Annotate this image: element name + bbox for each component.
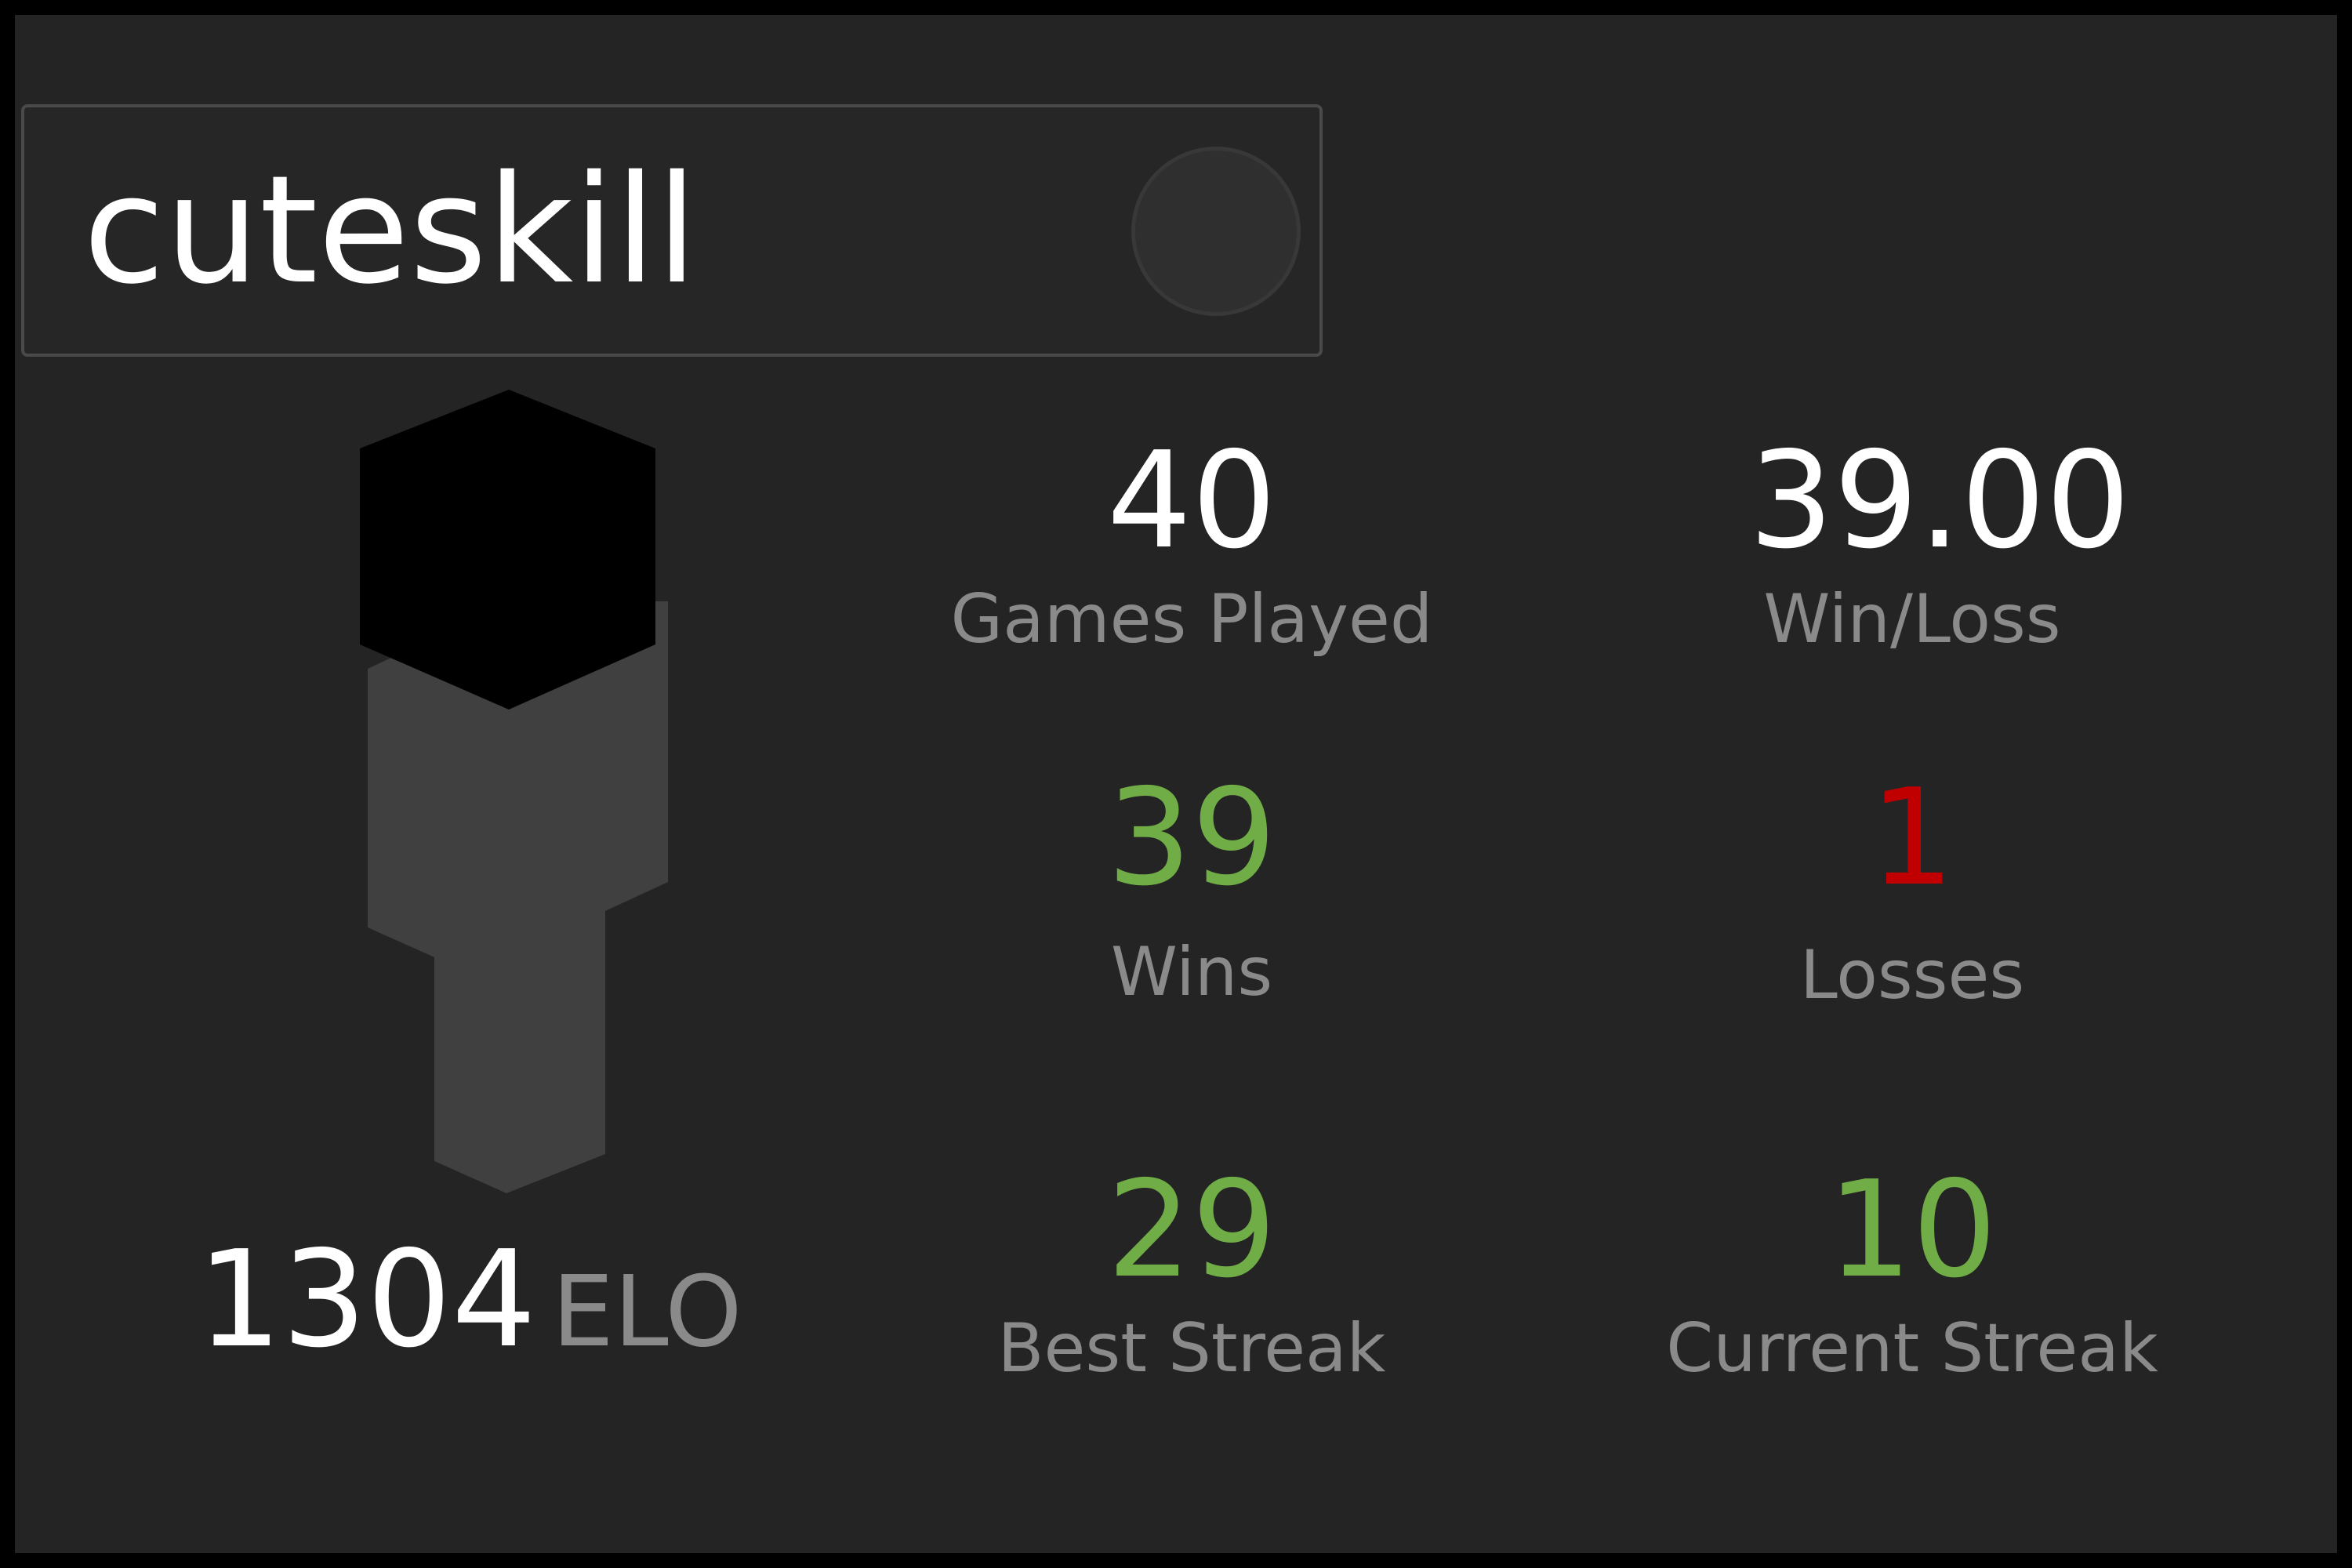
- best-streak-value: 29: [1106, 1152, 1277, 1308]
- avatar-head: [360, 390, 655, 710]
- wins-value: 39: [1106, 760, 1277, 916]
- best-streak-label: Best Streak: [997, 1309, 1386, 1388]
- stat-best-streak: 29 Best Streak: [878, 1156, 1505, 1388]
- stat-current-streak: 10 Current Streak: [1599, 1156, 2226, 1388]
- games-played-label: Games Played: [950, 580, 1433, 659]
- stat-losses: 1 Losses: [1599, 764, 2226, 1014]
- player-name-box: cuteskill: [21, 104, 1323, 357]
- stat-win-loss: 39.00 Win/Loss: [1599, 426, 2226, 659]
- app-frame: cuteskill 1304 ELO 40 Games Played 39.00 …: [0, 0, 2352, 1568]
- win-loss-value: 39.00: [1748, 423, 2131, 579]
- elo-rating: 1304 ELO: [15, 1222, 924, 1377]
- stat-wins: 39 Wins: [878, 764, 1505, 1011]
- current-streak-value: 10: [1827, 1152, 1998, 1308]
- elo-value: 1304: [197, 1222, 537, 1377]
- wins-label: Wins: [1110, 933, 1273, 1011]
- stat-games-played: 40 Games Played: [878, 426, 1505, 659]
- status-indicator-icon: [1131, 147, 1301, 316]
- player-username: cuteskill: [83, 143, 698, 317]
- games-played-value: 40: [1106, 423, 1277, 579]
- losses-value: 1: [1869, 760, 1955, 916]
- win-loss-label: Win/Loss: [1763, 580, 2061, 659]
- elo-unit: ELO: [552, 1255, 742, 1369]
- player-stats-card: cuteskill 1304 ELO 40 Games Played 39.00 …: [15, 15, 2337, 1553]
- player-avatar-icon: [360, 390, 668, 1193]
- losses-label: Losses: [1799, 936, 2025, 1014]
- current-streak-label: Current Streak: [1666, 1309, 2158, 1388]
